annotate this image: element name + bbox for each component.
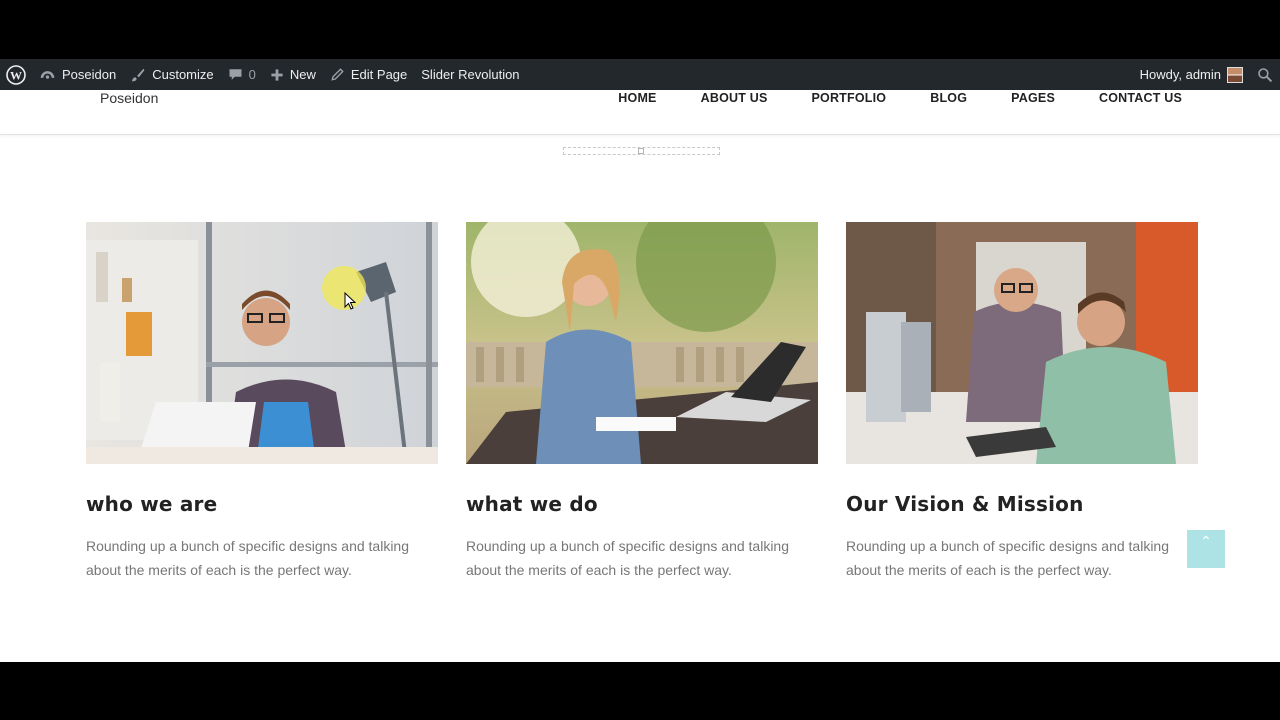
site-name-menu[interactable]: Poseidon [32,59,123,90]
feature-who-we-are: who we are Rounding up a bunch of specif… [86,222,438,582]
nav-home[interactable]: HOME [618,90,656,106]
site-header: Poseidon HOME ABOUT US PORTFOLIO BLOG PA… [0,90,1280,135]
woman-writing-photo [466,222,818,464]
new-label: New [289,67,316,82]
site-title[interactable]: Poseidon [100,90,158,106]
comment-bubble-icon [228,67,243,82]
avatar [1227,66,1243,83]
my-account-menu[interactable]: Howdy, admin [1133,59,1250,90]
browser-viewport: W Poseidon Customize 0 New Edit Page Sli… [0,59,1280,662]
mouse-cursor-icon [344,291,357,315]
customize-label: Customize [152,67,214,82]
slider-handle [638,148,644,154]
nav-about-us[interactable]: ABOUT US [701,90,768,106]
site-name-label: Poseidon [62,67,117,82]
howdy-label: Howdy, admin [1139,67,1221,82]
wordpress-logo-icon[interactable]: W [0,59,32,90]
video-frame: W Poseidon Customize 0 New Edit Page Sli… [0,0,1280,720]
chevron-up-icon: ⌃ [1200,533,1212,549]
main-navigation: HOME ABOUT US PORTFOLIO BLOG PAGES CONTA… [574,90,1182,106]
back-to-top-button[interactable]: ⌃ [1187,530,1225,568]
feature-heading: what we do [466,492,598,516]
wp-admin-bar: W Poseidon Customize 0 New Edit Page Sli… [0,59,1280,90]
feature-what-we-do: what we do Rounding up a bunch of specif… [466,222,818,582]
slider-placeholder [563,147,720,155]
feature-vision-mission: Our Vision & Mission Rounding up a bunch… [846,222,1198,582]
nav-blog[interactable]: BLOG [930,90,967,106]
edit-page-label: Edit Page [350,67,408,82]
admin-search[interactable] [1250,59,1280,90]
nav-contact-us[interactable]: CONTACT US [1099,90,1182,106]
slider-revolution-link[interactable]: Slider Revolution [414,59,526,90]
brush-icon [130,67,146,83]
dashboard-icon [39,66,56,83]
slider-revolution-label: Slider Revolution [421,67,520,82]
feature-text: Rounding up a bunch of specific designs … [466,538,789,578]
two-men-at-desk-photo [846,222,1198,464]
comments-count: 0 [248,67,256,82]
feature-heading: Our Vision & Mission [846,492,1084,516]
plus-icon [270,68,284,82]
search-icon [1257,67,1273,83]
nav-portfolio[interactable]: PORTFOLIO [812,90,887,106]
pencil-icon [330,67,345,82]
comments-link[interactable]: 0 [221,59,263,90]
edit-page-link[interactable]: Edit Page [323,59,414,90]
man-with-laptop-photo [86,222,438,464]
feature-text: Rounding up a bunch of specific designs … [86,538,409,578]
new-content-menu[interactable]: New [263,59,323,90]
nav-pages[interactable]: PAGES [1011,90,1055,106]
customize-link[interactable]: Customize [123,59,220,90]
feature-heading: who we are [86,492,218,516]
feature-text: Rounding up a bunch of specific designs … [846,538,1169,578]
svg-text:W: W [10,68,22,82]
